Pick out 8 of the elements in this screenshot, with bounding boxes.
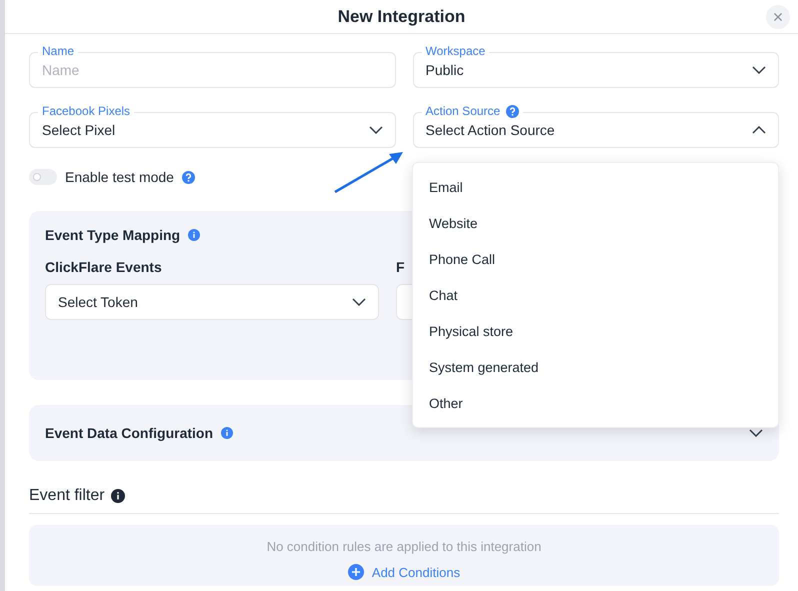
panel-title: Event Type Mapping [45, 227, 180, 243]
modal-title: New Integration [338, 6, 466, 26]
column-label: ClickFlare Events [45, 259, 162, 275]
empty-message: No condition rules are applied to this integration [266, 539, 542, 554]
section-title: Event filter [29, 487, 105, 505]
toggle-label: Enable test mode [65, 169, 174, 185]
panel-title: Event Data Configuration [45, 425, 214, 441]
column-label: F [396, 259, 405, 275]
